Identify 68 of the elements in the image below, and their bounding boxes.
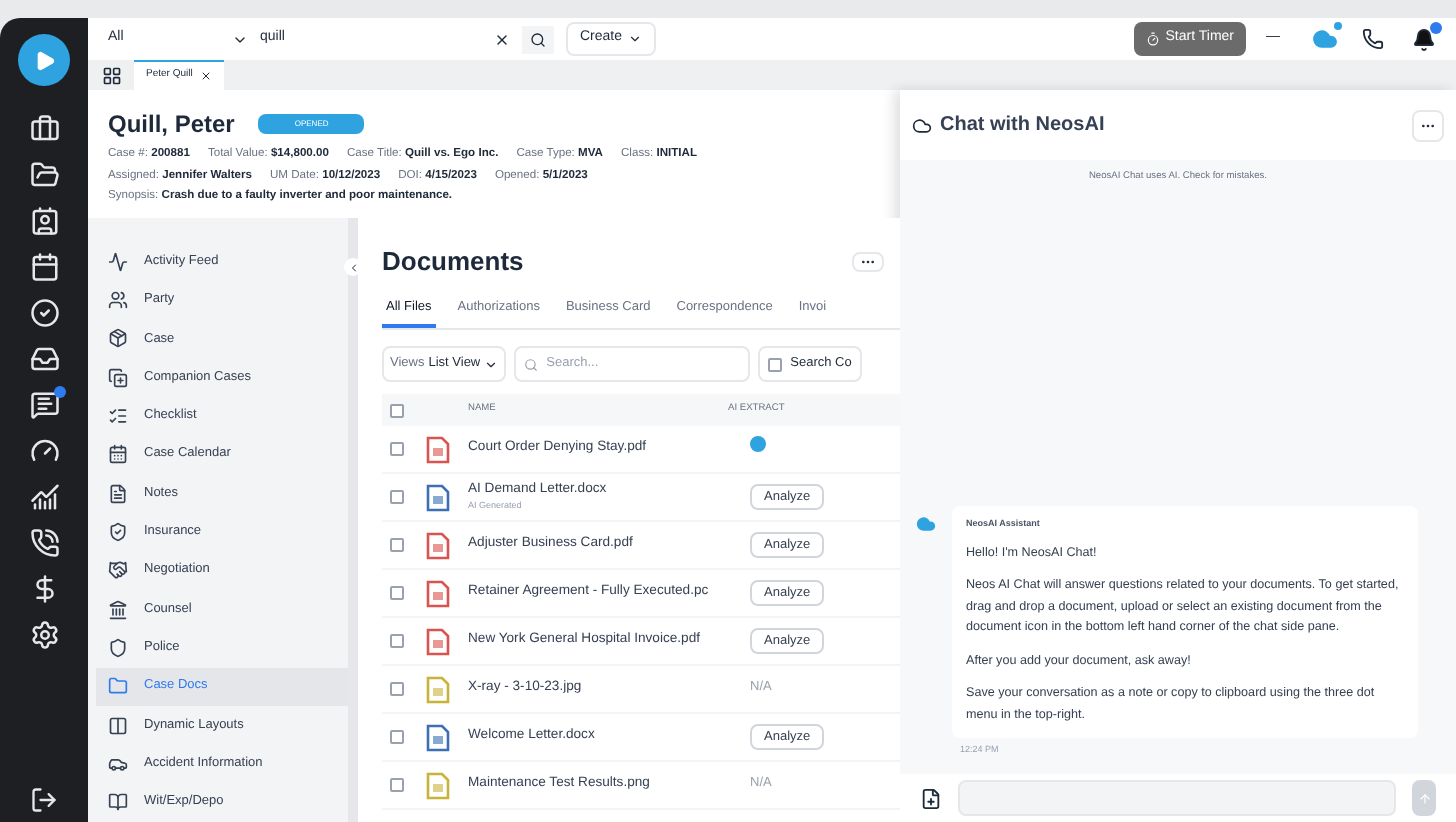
- select-all-checkbox[interactable]: [390, 403, 404, 418]
- pulse-icon: [108, 251, 128, 272]
- clear-icon: [494, 31, 510, 47]
- shield-icon: [108, 522, 128, 543]
- row-checkbox[interactable]: [390, 538, 404, 553]
- chart-icon[interactable]: [29, 482, 59, 512]
- car-icon: [108, 753, 128, 774]
- calendar-icon[interactable]: [29, 252, 59, 282]
- shield-icon: [108, 638, 128, 658]
- book-icon: [108, 792, 128, 813]
- file-icon: [426, 771, 450, 800]
- phone-list-icon[interactable]: [29, 528, 59, 558]
- file-icon: [426, 531, 450, 560]
- inbox-icon[interactable]: [29, 344, 59, 374]
- row-checkbox[interactable]: [390, 634, 404, 649]
- folder-icon[interactable]: [29, 160, 59, 190]
- file-icon: [426, 723, 450, 752]
- file-icon: [426, 435, 450, 464]
- row-checkbox[interactable]: [390, 778, 404, 793]
- attach-document-icon[interactable]: [920, 787, 942, 809]
- box-icon: [108, 328, 128, 349]
- file-icon: [426, 483, 450, 512]
- documents-title: Documents: [382, 244, 524, 281]
- cloud-icon: [912, 115, 932, 135]
- file-icon: [426, 675, 450, 704]
- more-button[interactable]: [852, 251, 884, 272]
- document-icon: [108, 483, 128, 504]
- row-checkbox[interactable]: [390, 442, 404, 457]
- close-icon: [200, 70, 213, 82]
- row-checkbox[interactable]: [390, 586, 404, 601]
- check-circle-icon[interactable]: [29, 298, 59, 328]
- cloud-icon[interactable]: [1312, 26, 1338, 52]
- logout-icon[interactable]: [30, 786, 58, 814]
- gauge-icon[interactable]: [29, 436, 59, 466]
- file-icon: [426, 627, 450, 656]
- logo-icon[interactable]: [18, 34, 70, 86]
- search-icon: [524, 357, 539, 372]
- chat-title: Chat with NeosAI: [940, 112, 1105, 140]
- chat-input-field[interactable]: [958, 780, 1396, 816]
- handshake-icon: [108, 560, 128, 581]
- assistant-avatar-icon: [916, 514, 936, 534]
- row-checkbox[interactable]: [390, 730, 404, 745]
- briefcase-icon[interactable]: [29, 114, 59, 144]
- contact-card-icon[interactable]: [29, 206, 59, 236]
- arrow-up-icon: [1417, 791, 1431, 805]
- chevron-icon: [347, 261, 359, 274]
- copy-icon: [108, 367, 128, 388]
- people-icon: [108, 290, 128, 311]
- caret-icon: [628, 32, 643, 46]
- search-icon[interactable]: [522, 25, 554, 53]
- timer-icon: [1145, 32, 1160, 46]
- collapse-icon[interactable]: [344, 258, 362, 277]
- row-checkbox[interactable]: [390, 490, 404, 505]
- columns-icon: [108, 715, 128, 736]
- case-name: Quill, Peter: [108, 108, 235, 142]
- grid-icon[interactable]: [102, 65, 122, 85]
- caret-icon: [484, 357, 499, 372]
- phone-icon[interactable]: [1362, 28, 1384, 50]
- building-icon: [108, 599, 128, 620]
- settings-icon[interactable]: [29, 620, 59, 650]
- calendar-icon: [108, 444, 128, 465]
- message-icon[interactable]: [29, 390, 59, 420]
- checklist-icon: [108, 406, 128, 427]
- folder-icon: [108, 676, 128, 697]
- row-checkbox[interactable]: [390, 682, 404, 697]
- bell-icon[interactable]: [1412, 27, 1436, 51]
- search-content-checkbox[interactable]: [768, 357, 783, 372]
- file-icon: [426, 579, 450, 608]
